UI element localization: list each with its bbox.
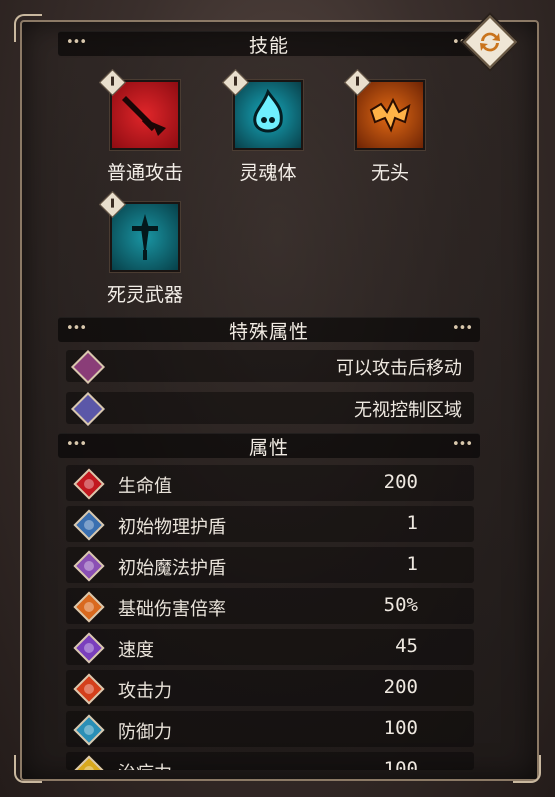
headless-icon (344, 69, 425, 150)
special-attributes-title: 特殊属性 (228, 320, 309, 343)
skill-name: 普通攻击 (106, 162, 183, 184)
soul-flame-icon (222, 69, 303, 150)
attribute-label: 初始魔法护盾 (118, 558, 226, 579)
ignore-zoc-icon (71, 392, 105, 426)
heal-icon (73, 755, 105, 770)
skills-header: ••• 技能 ••• (58, 31, 480, 57)
attributes-title: 属性 (248, 436, 289, 459)
attribute-label: 攻击力 (118, 681, 172, 702)
attribute-label: 防御力 (118, 722, 172, 743)
attribute-label: 初始物理护盾 (118, 517, 226, 538)
speed-icon (73, 632, 105, 664)
header-dots: ••• (451, 437, 473, 452)
skill-necro-weapon[interactable]: 死灵武器 (85, 191, 205, 307)
special-attribute-row[interactable]: 无视控制区域 (66, 392, 474, 426)
attribute-value: 200 (383, 676, 418, 698)
attribute-value: 100 (383, 758, 418, 770)
attribute-row-magic-shield[interactable]: 初始魔法护盾 1 (66, 547, 474, 583)
necro-sword-icon (99, 191, 180, 272)
magic-shield-icon (73, 550, 105, 582)
special-attribute-text: 可以攻击后移动 (336, 358, 462, 379)
skill-soul-body[interactable]: 灵魂体 (208, 69, 328, 185)
attribute-label: 治疗力 (118, 759, 172, 770)
attribute-row-speed[interactable]: 速度 45 (66, 629, 474, 665)
skills-title: 技能 (248, 34, 289, 57)
header-dots: ••• (451, 321, 473, 336)
physical-shield-icon (73, 509, 105, 541)
sword-strike-icon (99, 69, 180, 150)
skill-name: 死灵武器 (106, 284, 183, 306)
swap-button[interactable] (463, 15, 517, 69)
attribute-row-attack[interactable]: 攻击力 200 (66, 670, 474, 706)
frame-corner (513, 755, 541, 783)
attributes-header: ••• 属性 ••• (58, 433, 480, 459)
attribute-value: 1 (406, 553, 418, 575)
attribute-row-defense[interactable]: 防御力 100 (66, 711, 474, 747)
skill-name: 无头 (370, 162, 409, 184)
attribute-value: 100 (383, 717, 418, 739)
frame-corner (14, 755, 42, 783)
skill-name: 灵魂体 (239, 162, 297, 184)
damage-multiplier-icon (73, 591, 105, 623)
special-attribute-row[interactable]: 可以攻击后移动 (66, 350, 474, 384)
attribute-label: 基础伤害倍率 (118, 599, 226, 620)
skill-normal-attack[interactable]: 普通攻击 (85, 69, 205, 185)
move-after-attack-icon (71, 350, 105, 384)
attack-icon (73, 673, 105, 705)
attribute-label: 生命值 (118, 476, 172, 497)
skill-headless[interactable]: 无头 (330, 69, 450, 185)
attribute-label: 速度 (118, 640, 154, 661)
attribute-row-physical-shield[interactable]: 初始物理护盾 1 (66, 506, 474, 542)
attribute-value: 50% (383, 594, 418, 616)
header-dots: ••• (66, 437, 87, 452)
special-attributes-header: ••• 特殊属性 ••• (58, 317, 480, 343)
attribute-value: 45 (395, 635, 418, 657)
heart-icon (73, 468, 105, 500)
swap-icon (480, 32, 500, 52)
attribute-row-damage-multiplier[interactable]: 基础伤害倍率 50% (66, 588, 474, 624)
attribute-row-heal[interactable]: 治疗力 100 (66, 752, 474, 770)
frame-corner (14, 14, 42, 42)
header-dots: ••• (66, 321, 87, 336)
attribute-value: 200 (383, 471, 418, 493)
attribute-value: 1 (406, 512, 418, 534)
attribute-row-hp[interactable]: 生命值 200 (66, 465, 474, 501)
special-attribute-text: 无视控制区域 (354, 400, 462, 421)
header-dots: ••• (66, 35, 87, 50)
defense-icon (73, 714, 105, 746)
